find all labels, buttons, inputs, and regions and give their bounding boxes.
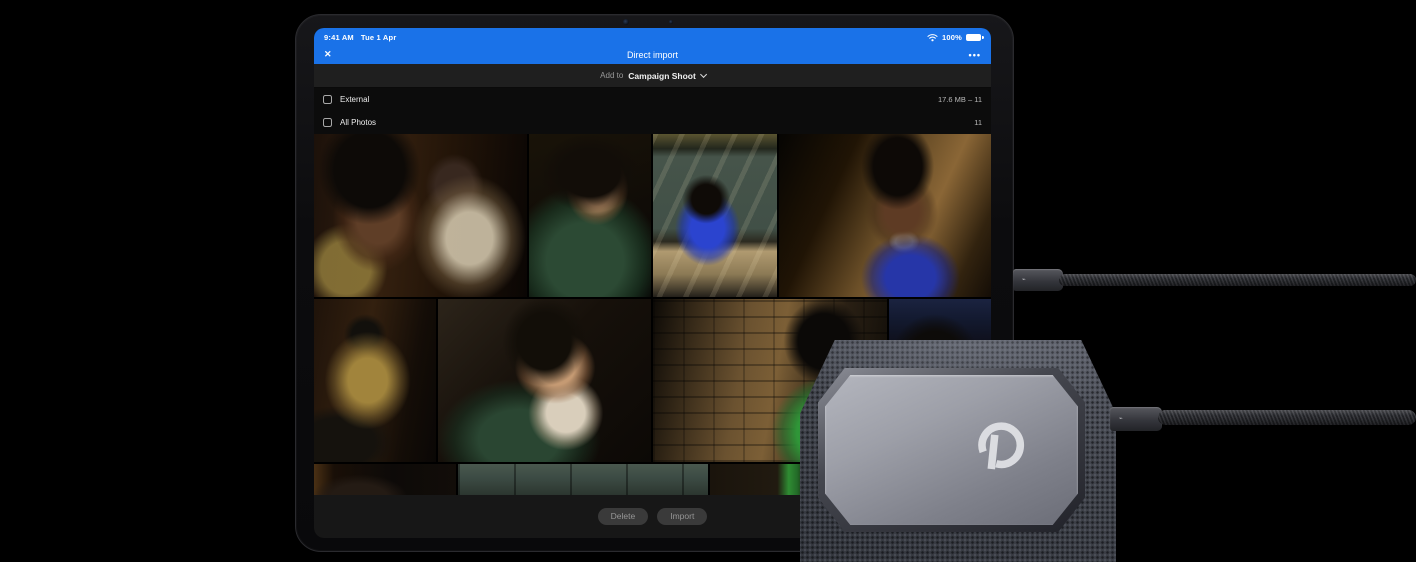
photo-thumbnail[interactable] [529,134,651,297]
source-list: External 17.6 MB – 11 All Photos 11 [314,88,991,134]
ambient-sensor [669,20,673,24]
status-left: 9:41 AM Tue 1 Apr [324,33,403,42]
source-row-all-photos[interactable]: All Photos 11 [314,111,991,134]
photo-thumbnail[interactable] [653,134,777,297]
source-meta: 11 [974,118,982,127]
source-meta: 17.6 MB – 11 [937,95,982,104]
status-time: 9:41 AM [324,33,354,42]
braided-cable [1059,274,1416,286]
grid-row-1 [314,134,991,297]
more-options-icon[interactable]: ••• [969,50,981,60]
status-date: Tue 1 Apr [360,33,397,42]
g-drive-logo [978,422,1025,470]
chevron-down-icon [699,70,707,78]
braided-cable [1158,410,1416,425]
checkbox-all-photos[interactable] [323,118,332,127]
page-title: Direct import [626,49,678,60]
import-button[interactable]: Import [657,508,708,525]
photo-thumbnail[interactable] [438,299,651,462]
battery-percent: 100% [942,33,962,42]
thunderbolt-icon: ⌁ [1119,416,1123,422]
usb-connector: ⌁ [1013,269,1063,291]
checkbox-external[interactable] [323,95,332,104]
header-row: ✕ Direct import ••• [314,45,991,64]
photo-thumbnail[interactable] [458,464,708,495]
delete-button[interactable]: Delete [597,508,649,525]
album-name: Campaign Shoot [628,70,696,81]
status-right: 100% [927,33,984,42]
usb-connector: ⌁ [1110,407,1162,431]
app-header-bar: 9:41 AM Tue 1 Apr 100% ✕ Direct import •… [314,28,991,64]
add-to-bar[interactable]: Add to Campaign Shoot [314,64,991,88]
source-label: External [340,95,370,104]
external-ssd-drive [800,340,1116,562]
photo-thumbnail[interactable] [314,134,527,297]
scene: 9:41 AM Tue 1 Apr 100% ✕ Direct import •… [0,0,1416,562]
source-label: All Photos [340,118,377,127]
add-to-label: Add to [600,71,624,80]
album-dropdown[interactable]: Campaign Shoot [628,70,707,81]
thunderbolt-icon: ⌁ [1022,277,1026,283]
photo-thumbnail[interactable] [314,464,456,495]
front-camera [623,19,629,25]
battery-icon [966,34,984,41]
wifi-icon [927,34,938,42]
photo-thumbnail[interactable] [779,134,991,297]
photo-thumbnail[interactable] [314,299,436,462]
drive-metal-plate [825,375,1078,525]
source-row-external[interactable]: External 17.6 MB – 11 [314,88,991,111]
status-bar: 9:41 AM Tue 1 Apr 100% [314,28,991,45]
